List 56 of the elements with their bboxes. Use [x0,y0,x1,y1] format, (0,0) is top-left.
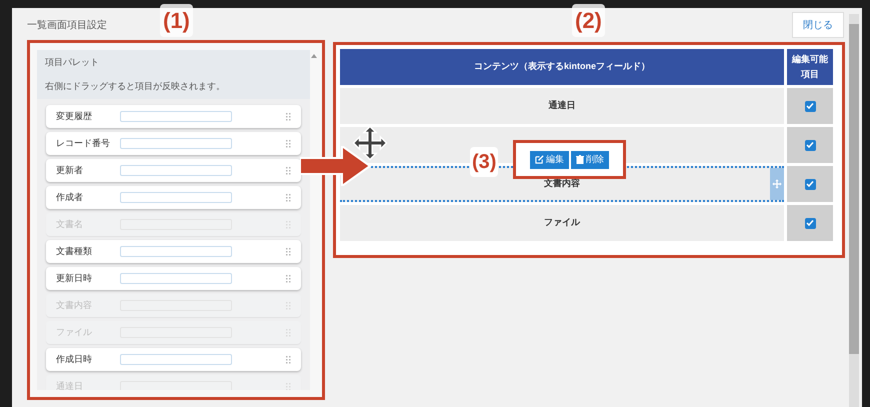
input-field[interactable] [120,273,232,284]
palette-item[interactable]: 更新日時 [46,267,301,290]
edit-button[interactable]: 編集 [530,150,569,168]
input-field[interactable] [120,111,232,122]
palette-title: 項目パレット [45,56,100,69]
scrollbar[interactable] [849,14,859,407]
drag-handle-icon[interactable] [286,140,291,148]
palette-item[interactable]: 文書種類 [46,240,301,263]
field-label: 通達日 [548,99,576,112]
input-field[interactable] [120,246,232,257]
item-label: 作成者 [56,190,84,204]
drag-handle-icon[interactable] [286,356,291,364]
palette-item[interactable]: レコード番号 [46,132,301,155]
drag-handle-icon[interactable] [286,274,291,282]
item-label: 通達日 [56,380,84,390]
column-header: コンテンツ（表示するkintoneフィールド） [340,49,784,85]
palette-item[interactable]: 作成日時 [46,348,301,371]
close-button[interactable]: 閉じる [792,12,844,38]
field-label: 文書内容 [544,177,580,190]
drag-handle-icon[interactable] [286,166,291,174]
checkbox[interactable] [804,178,816,190]
input-field[interactable] [120,192,232,203]
item-label: 文書内容 [56,298,93,312]
item-label: レコード番号 [56,136,111,150]
palette-hint: 右側にドラッグすると項目が反映されます。 [45,80,226,92]
trash-icon [576,155,584,164]
annotation-label: (1) [160,4,193,37]
input-field[interactable] [120,138,232,149]
annotation-label: (2) [572,4,605,37]
column-header: 編集可能項目 [787,49,833,85]
drag-handle-icon[interactable] [286,248,291,256]
dialog-title: 一覧画面項目設定 [27,18,107,33]
scroll-up-icon[interactable] [311,54,317,58]
item-label: ファイル [56,326,93,339]
drag-handle-icon[interactable] [286,112,291,120]
drag-handle-icon[interactable] [770,168,784,200]
move-icon [352,125,388,161]
delete-button[interactable]: 削除 [571,150,609,168]
checkbox[interactable] [804,218,816,228]
input-field[interactable] [120,165,232,176]
item-label: 作成日時 [56,352,93,366]
input-field[interactable] [120,354,232,365]
palette-item[interactable]: 作成者 [46,186,301,209]
palette-item[interactable]: 更新者 [46,159,301,182]
field-label: ファイル [544,216,580,230]
item-label: 変更履歴 [56,110,93,123]
item-label: 更新者 [56,164,84,177]
checkbox[interactable] [804,100,816,112]
palette-item[interactable]: 変更履歴 [46,105,301,128]
item-label: 更新日時 [56,272,93,285]
checkbox[interactable] [804,140,816,150]
item-label: 文書種類 [56,244,93,258]
pencil-icon [535,155,544,164]
item-label: 文書名 [56,218,84,231]
annotation-label: (3) [470,147,498,177]
drag-handle-icon[interactable] [286,194,291,202]
